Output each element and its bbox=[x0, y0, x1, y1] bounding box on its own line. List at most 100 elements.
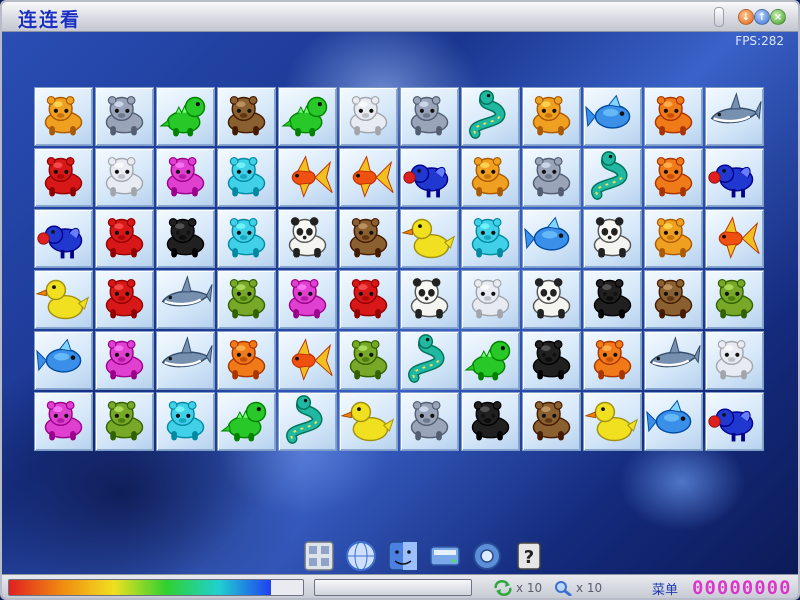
tile-bird[interactable] bbox=[705, 148, 764, 207]
tile-bear[interactable] bbox=[644, 270, 703, 329]
finder-face-icon[interactable] bbox=[386, 539, 420, 573]
tile-bird[interactable] bbox=[705, 392, 764, 451]
tile-pig[interactable] bbox=[278, 270, 337, 329]
tile-hippo[interactable] bbox=[522, 148, 581, 207]
tile-pig[interactable] bbox=[156, 148, 215, 207]
tile-panda[interactable] bbox=[278, 209, 337, 268]
tile-bear[interactable] bbox=[217, 87, 276, 146]
tile-shark[interactable] bbox=[705, 87, 764, 146]
tile-cow[interactable] bbox=[34, 148, 93, 207]
settings-gear-icon[interactable] bbox=[470, 539, 504, 573]
tile-elephant[interactable] bbox=[156, 392, 215, 451]
tile-goldfish[interactable] bbox=[705, 209, 764, 268]
dino-icon bbox=[464, 340, 511, 381]
tile-lion[interactable] bbox=[644, 148, 703, 207]
tile-tiger[interactable] bbox=[461, 148, 520, 207]
tile-panda[interactable] bbox=[522, 270, 581, 329]
help-icon[interactable]: ? bbox=[512, 539, 546, 573]
elephant-icon bbox=[166, 400, 205, 441]
tile-tiger[interactable] bbox=[644, 209, 703, 268]
tile-cat[interactable] bbox=[583, 270, 642, 329]
duck-icon bbox=[584, 401, 639, 442]
tile-panda[interactable] bbox=[583, 209, 642, 268]
tile-shark[interactable] bbox=[156, 270, 215, 329]
tile-lion[interactable] bbox=[644, 87, 703, 146]
tile-cat[interactable] bbox=[461, 392, 520, 451]
tile-lion[interactable] bbox=[217, 331, 276, 390]
tile-goldfish[interactable] bbox=[339, 148, 398, 207]
tile-fish[interactable] bbox=[583, 87, 642, 146]
tile-cat[interactable] bbox=[156, 209, 215, 268]
hippo-icon bbox=[410, 400, 449, 441]
tile-dino[interactable] bbox=[156, 87, 215, 146]
score-display: 00000000 bbox=[692, 577, 792, 599]
tile-hippo[interactable] bbox=[400, 392, 459, 451]
tile-rhino[interactable] bbox=[217, 270, 276, 329]
tile-fish[interactable] bbox=[522, 209, 581, 268]
title-bar[interactable]: 连连看 ↓ ↑ × bbox=[2, 2, 798, 32]
tile-snake[interactable] bbox=[583, 148, 642, 207]
minimize-button[interactable]: ↓ bbox=[738, 9, 754, 25]
tile-cow[interactable] bbox=[339, 270, 398, 329]
tiger-icon bbox=[471, 156, 510, 197]
tile-fish[interactable] bbox=[644, 392, 703, 451]
goldfish-icon bbox=[718, 216, 760, 259]
tile-duck[interactable] bbox=[583, 392, 642, 451]
tile-rhino[interactable] bbox=[95, 392, 154, 451]
tile-goldfish[interactable] bbox=[278, 148, 337, 207]
refresh-counter[interactable]: x 10 bbox=[493, 580, 542, 596]
tile-fish[interactable] bbox=[34, 331, 93, 390]
tile-elephant[interactable] bbox=[461, 209, 520, 268]
close-button[interactable]: × bbox=[770, 9, 786, 25]
lion-icon bbox=[593, 339, 632, 380]
tile-snake[interactable] bbox=[461, 87, 520, 146]
tile-rabbit[interactable] bbox=[95, 148, 154, 207]
tile-cow[interactable] bbox=[95, 209, 154, 268]
tile-tiger[interactable] bbox=[522, 87, 581, 146]
info-button[interactable]: ↑ bbox=[754, 9, 770, 25]
hint-counter[interactable]: x 10 bbox=[553, 580, 602, 596]
network-globe-icon[interactable] bbox=[344, 539, 378, 573]
tile-duck[interactable] bbox=[34, 270, 93, 329]
drive-icon[interactable] bbox=[428, 539, 462, 573]
tile-rabbit[interactable] bbox=[461, 270, 520, 329]
tile-pig[interactable] bbox=[95, 331, 154, 390]
tile-dino[interactable] bbox=[278, 87, 337, 146]
cow-icon bbox=[44, 156, 83, 197]
tile-elephant[interactable] bbox=[217, 209, 276, 268]
tile-panda[interactable] bbox=[400, 270, 459, 329]
snake-icon bbox=[469, 90, 506, 139]
progress-bar bbox=[314, 579, 472, 596]
tile-lion[interactable] bbox=[583, 331, 642, 390]
tile-goldfish[interactable] bbox=[278, 331, 337, 390]
tile-rhino[interactable] bbox=[339, 331, 398, 390]
tile-dino[interactable] bbox=[461, 331, 520, 390]
tile-hippo[interactable] bbox=[400, 87, 459, 146]
tile-duck[interactable] bbox=[339, 392, 398, 451]
tile-cow[interactable] bbox=[95, 270, 154, 329]
tile-snake[interactable] bbox=[278, 392, 337, 451]
fish-icon bbox=[36, 338, 82, 373]
tile-shark[interactable] bbox=[644, 331, 703, 390]
tile-bear[interactable] bbox=[339, 209, 398, 268]
tile-snake[interactable] bbox=[400, 331, 459, 390]
tile-duck[interactable] bbox=[400, 209, 459, 268]
tile-bear[interactable] bbox=[522, 392, 581, 451]
fish-icon bbox=[585, 94, 631, 129]
tile-tiger[interactable] bbox=[34, 87, 93, 146]
control-panel-icon[interactable] bbox=[302, 539, 336, 573]
tile-hippo[interactable] bbox=[95, 87, 154, 146]
menu-button[interactable]: 菜单 bbox=[652, 579, 678, 598]
tile-rabbit[interactable] bbox=[339, 87, 398, 146]
tile-bird[interactable] bbox=[34, 209, 93, 268]
tile-bird[interactable] bbox=[400, 148, 459, 207]
rabbit-icon bbox=[715, 339, 754, 380]
tile-dino[interactable] bbox=[217, 392, 276, 451]
tile-rabbit[interactable] bbox=[705, 331, 764, 390]
tile-pig[interactable] bbox=[34, 392, 93, 451]
tile-rhino[interactable] bbox=[705, 270, 764, 329]
tile-shark[interactable] bbox=[156, 331, 215, 390]
tile-elephant[interactable] bbox=[217, 148, 276, 207]
tile-cat[interactable] bbox=[522, 331, 581, 390]
dino-icon bbox=[220, 401, 267, 442]
